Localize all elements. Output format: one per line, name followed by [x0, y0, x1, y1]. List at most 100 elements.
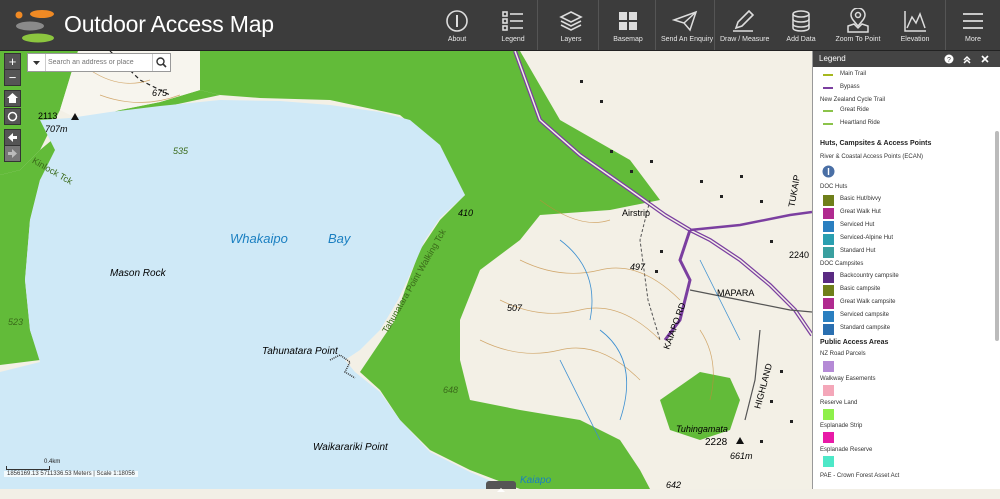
legend-line-bypass — [823, 87, 833, 89]
height-label: 2228 — [705, 437, 728, 448]
label-tahunatara-point: Tahunatara Point — [262, 346, 338, 357]
legend-item-great-ride: Great Ride — [840, 107, 870, 113]
legend-item-camp-backcountry: Backcountry campsite — [840, 273, 899, 279]
legend-group-doc-huts: DOC Huts — [820, 184, 848, 190]
zoom-to-point-button[interactable]: Zoom To Point — [835, 0, 881, 50]
legend-group-doc-campsites: DOC Campsites — [820, 261, 864, 267]
close-icon[interactable] — [980, 54, 990, 64]
zoom-out-button[interactable]: − — [4, 69, 21, 86]
previous-extent-button[interactable] — [4, 129, 21, 146]
height-label: 523 — [8, 317, 24, 327]
legend-title: Legend — [819, 54, 846, 63]
legend-item-hut-standard: Standard Hut — [840, 248, 876, 254]
header-divider — [714, 0, 715, 50]
road-parcels-swatch — [823, 361, 834, 372]
collapse-icon[interactable] — [962, 54, 972, 64]
label-kaiapo: Kaiapo — [520, 475, 552, 486]
scale-bar-label: 0.4km — [44, 459, 61, 465]
legend-line-main-trail — [823, 74, 833, 76]
database-icon — [792, 10, 810, 32]
map-view[interactable]: Whakaipo Bay Mason Rock Tahunatara Point… — [0, 51, 812, 489]
campsite-standard-icon — [823, 324, 834, 335]
access-point-icon — [822, 165, 835, 178]
zoom-in-button[interactable]: + — [4, 53, 21, 70]
next-extent-button[interactable] — [4, 145, 21, 162]
legend-item-walkway: Walkway Easements — [820, 376, 876, 382]
search-button[interactable] — [152, 54, 170, 71]
legend-item-hut-basic: Basic Hut/bivvy — [840, 196, 882, 202]
arrow-right-icon — [8, 149, 17, 158]
elevation-button[interactable]: Elevation — [896, 0, 934, 50]
basemap-button[interactable]: Basemap — [607, 0, 649, 50]
header-divider — [598, 0, 599, 50]
walkway-swatch — [823, 385, 834, 396]
layers-button[interactable]: Layers — [552, 0, 590, 50]
legend-item-bypass: Bypass — [840, 84, 860, 90]
search-input[interactable] — [48, 54, 152, 71]
legend-panel: Legend ? Main Trail Bypass New Zealand C… — [812, 51, 1000, 489]
svg-text:?: ? — [947, 57, 951, 64]
height-label: 648 — [443, 385, 459, 395]
legend-header: Legend ? — [813, 51, 1000, 67]
map-pin-icon — [847, 8, 869, 33]
header-divider — [537, 0, 538, 50]
basemap-grid-icon — [619, 12, 637, 30]
legend-item-road-parcels: NZ Road Parcels — [820, 351, 866, 357]
label-waikarariki-point: Waikarariki Point — [313, 442, 388, 453]
height-label: 661m — [730, 451, 753, 461]
label-bay: Bay — [328, 231, 351, 246]
app-header: Outdoor Access Map About Legend Layers B… — [0, 0, 1000, 51]
reserve-swatch — [823, 409, 834, 420]
search-box — [27, 53, 171, 72]
legend-list-icon — [502, 11, 523, 31]
coordinate-readout: 1856169.13 5711336.53 Meters | Scale 1:1… — [4, 471, 138, 477]
locate-button[interactable] — [4, 108, 21, 125]
legend-item-esplanade-reserve: Esplanade Reserve — [820, 447, 873, 453]
legend-button[interactable]: Legend — [494, 0, 532, 50]
search-source-dropdown[interactable] — [28, 54, 46, 71]
home-button[interactable] — [4, 90, 21, 107]
paper-plane-icon — [672, 10, 698, 32]
hut-great-walk-icon — [823, 208, 834, 219]
legend-item-heartland: Heartland Ride — [840, 120, 881, 126]
legend-item-camp-serviced: Serviced campsite — [840, 312, 890, 318]
add-data-button[interactable]: Add Data — [782, 0, 820, 50]
campsite-great-walk-icon — [823, 298, 834, 309]
legend-heading-public-access: Public Access Areas — [820, 339, 889, 346]
more-button[interactable]: More — [955, 0, 991, 50]
legend-item-pae: PAE - Crown Forest Asset Act — [820, 473, 900, 479]
legend-item-main-trail: Main Trail — [840, 71, 867, 77]
elevation-profile-icon — [904, 11, 926, 32]
send-enquiry-button[interactable]: Send An Enquiry — [661, 0, 713, 50]
hut-alpine-icon — [823, 234, 834, 245]
label-airstrip: Airstrip — [622, 208, 651, 218]
height-label: 707m — [45, 124, 68, 134]
scale-bar — [6, 466, 50, 470]
legend-line-great-ride — [823, 110, 833, 112]
draw-measure-button[interactable]: Draw / Measure — [720, 0, 769, 50]
height-label: 675 — [152, 88, 168, 98]
campsite-basic-icon — [823, 285, 834, 296]
pencil-icon — [733, 9, 755, 32]
legend-group-cycle-trail: New Zealand Cycle Trail — [820, 97, 886, 103]
label-mapara: MAPARA — [717, 288, 755, 298]
label-tuhingamata: Tuhingamata — [676, 424, 728, 434]
legend-item-camp-standard: Standard campsite — [840, 325, 891, 331]
hut-basic-icon — [823, 195, 834, 206]
info-icon — [446, 10, 468, 32]
legend-content[interactable]: Main Trail Bypass New Zealand Cycle Trai… — [813, 68, 993, 489]
bottom-panel-toggle[interactable] — [486, 481, 516, 492]
legend-item-hut-alpine: Serviced-Alpine Hut — [840, 235, 894, 241]
label-mason-rock: Mason Rock — [110, 268, 166, 279]
height-label: 535 — [173, 146, 189, 156]
legend-item-esplanade-strip: Esplanade Strip — [820, 423, 863, 429]
legend-scrollbar[interactable] — [995, 131, 999, 341]
legend-item-reserve: Reserve Land — [820, 400, 858, 406]
search-icon — [156, 57, 167, 68]
help-icon[interactable]: ? — [944, 54, 954, 64]
header-divider — [655, 0, 656, 50]
height-label: 507 — [507, 303, 523, 313]
about-button[interactable]: About — [438, 0, 476, 50]
locate-icon — [7, 111, 18, 122]
legend-item-hut-great: Great Walk Hut — [840, 209, 881, 215]
